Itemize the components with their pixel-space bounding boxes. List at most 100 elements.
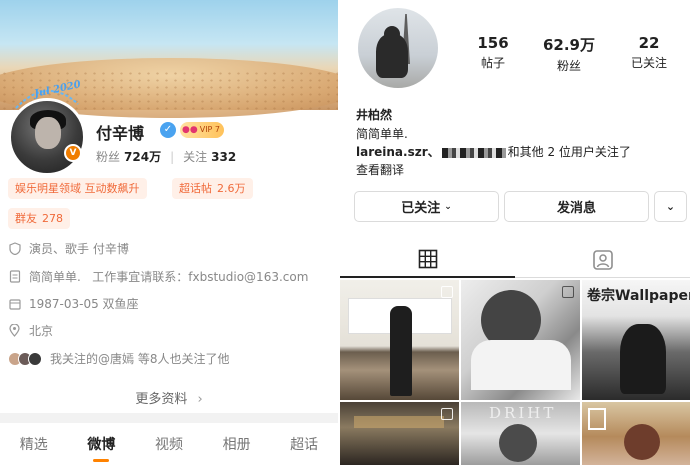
tab-featured[interactable]: 精选 bbox=[20, 434, 48, 454]
magazine-logo bbox=[588, 408, 606, 430]
ig-followed-by[interactable]: lareina.szr、 和其他 2 位用户关注了 bbox=[356, 143, 631, 160]
following-button[interactable]: 已关注 ⌄ bbox=[354, 191, 499, 222]
info-bio: 简简单单. 工作事宜请联系：fxbstudio@163.com bbox=[29, 270, 309, 284]
grid-icon bbox=[418, 249, 437, 269]
multi-post-icon bbox=[441, 286, 453, 298]
message-button-label: 发消息 bbox=[556, 201, 596, 216]
multi-post-icon bbox=[562, 286, 574, 298]
weibo-profile-panel: Jul 2020 V 付辛博 ✓ ●● VIP 7 粉丝 724万 | 关注 332… bbox=[0, 0, 338, 465]
calendar-icon bbox=[8, 297, 21, 310]
tab-weibo[interactable]: 微博 bbox=[87, 434, 115, 454]
info-location-row: 北京 bbox=[8, 322, 53, 339]
chevron-down-icon: ⌄ bbox=[665, 200, 676, 213]
vip-badge-label: VIP 7 bbox=[199, 125, 221, 134]
post-portrait-body bbox=[471, 340, 571, 390]
instagram-profile-panel: 156 帖子 62.9万 粉丝 22 已关注 井柏然 简简单单. lareina… bbox=[340, 0, 690, 465]
star-field-tag-label: 娱乐明星领域 互动数飙升 bbox=[15, 182, 140, 195]
shield-icon bbox=[8, 242, 21, 255]
chevron-down-icon: ⌄ bbox=[444, 201, 452, 212]
suggested-users-button[interactable]: ⌄ bbox=[654, 191, 687, 222]
post-portrait-head bbox=[624, 424, 660, 460]
tab-tagged[interactable] bbox=[515, 242, 690, 278]
vip-eyes-icon: ●● bbox=[182, 125, 198, 135]
mutual-avatars bbox=[8, 351, 42, 366]
group-count: 278 bbox=[42, 212, 63, 225]
post-thumbnail[interactable] bbox=[582, 402, 690, 465]
star-field-tag[interactable]: 娱乐明星领域 互动数飙升 bbox=[8, 178, 147, 199]
ig-following-stat[interactable]: 22 已关注 bbox=[614, 34, 684, 71]
super-topic-label: 超话帖 bbox=[179, 182, 212, 195]
more-info-label: 更多资料 bbox=[135, 392, 188, 407]
ig-avatar-person bbox=[376, 34, 408, 78]
follow-stats: 粉丝 724万 | 关注 332 bbox=[96, 148, 236, 165]
vip-badge[interactable]: ●● VIP 7 bbox=[180, 122, 225, 138]
ig-avatar[interactable] bbox=[358, 8, 438, 88]
tab-album[interactable]: 相册 bbox=[223, 434, 251, 454]
avatar[interactable] bbox=[8, 98, 86, 176]
post-lights bbox=[354, 416, 444, 428]
following-link[interactable]: 关注 332 bbox=[183, 148, 236, 165]
post-thumbnail[interactable] bbox=[340, 280, 459, 400]
magazine-title: 卷宗Wallpaper bbox=[587, 288, 690, 304]
following-count: 332 bbox=[211, 150, 237, 164]
post-thumbnail[interactable] bbox=[340, 402, 459, 465]
ig-followed-by-rest: 和其他 2 位用户关注了 bbox=[507, 145, 631, 159]
followers-link[interactable]: 粉丝 724万 bbox=[96, 148, 161, 165]
group-tag[interactable]: 群友 278 bbox=[8, 208, 70, 229]
location-pin-icon bbox=[8, 324, 21, 337]
ig-following-count: 22 bbox=[638, 34, 660, 52]
super-topic-tag[interactable]: 超话帖 2.6万 bbox=[172, 178, 253, 199]
multi-post-icon bbox=[441, 408, 453, 420]
ig-followers-label: 粉丝 bbox=[556, 59, 581, 73]
ig-bio: 简简单单. bbox=[356, 127, 408, 141]
chevron-right-icon: › bbox=[197, 392, 203, 407]
mutual-follow-text: 我关注的@唐嫣 等8人也关注了他 bbox=[50, 352, 230, 366]
verified-v-badge-icon: V bbox=[64, 144, 82, 162]
ig-tab-bar bbox=[340, 242, 690, 278]
info-location: 北京 bbox=[29, 324, 54, 338]
followers-label: 粉丝 bbox=[96, 150, 121, 164]
ig-followers-stat[interactable]: 62.9万 粉丝 bbox=[534, 34, 604, 74]
avatar-face bbox=[35, 117, 61, 149]
post-thumbnail[interactable]: 卷宗Wallpaper bbox=[582, 280, 690, 400]
tab-video[interactable]: 视频 bbox=[155, 434, 183, 454]
tab-posts-grid[interactable] bbox=[340, 242, 515, 278]
info-birthday: 1987-03-05 双鱼座 bbox=[29, 297, 139, 311]
info-birthday-row: 1987-03-05 双鱼座 bbox=[8, 295, 139, 312]
posts-stat[interactable]: 156 帖子 bbox=[458, 34, 528, 71]
posts-count: 156 bbox=[477, 34, 509, 52]
info-role: 演员、歌手 付辛博 bbox=[29, 242, 129, 256]
tab-super-topic[interactable]: 超话 bbox=[290, 434, 318, 454]
ig-following-label: 已关注 bbox=[630, 56, 667, 70]
post-thumbnail[interactable]: DRIHT bbox=[461, 402, 580, 465]
post-thumbnail[interactable] bbox=[461, 280, 580, 400]
profile-tabs: 精选 微博 视频 相册 超话 bbox=[0, 423, 338, 465]
mutual-avatar bbox=[28, 351, 42, 366]
followers-count: 724万 bbox=[124, 150, 162, 164]
mutual-follow-row[interactable]: 我关注的@唐嫣 等8人也关注了他 bbox=[8, 350, 229, 367]
super-topic-count: 2.6万 bbox=[217, 182, 246, 195]
stats-divider: | bbox=[170, 149, 175, 164]
ig-name: 井柏然 bbox=[356, 108, 393, 122]
ig-followers-count: 62.9万 bbox=[542, 36, 595, 54]
following-button-label: 已关注 bbox=[401, 201, 441, 216]
posts-label: 帖子 bbox=[480, 56, 505, 70]
info-bio-row: 简简单单. 工作事宜请联系：fxbstudio@163.com bbox=[8, 268, 308, 285]
post-person-figure bbox=[390, 306, 412, 396]
following-label: 关注 bbox=[183, 150, 208, 164]
tagged-person-icon bbox=[592, 250, 613, 270]
magazine-title: DRIHT bbox=[489, 404, 557, 422]
profile-name: 付辛博 bbox=[96, 124, 145, 143]
info-role-row: 演员、歌手 付辛博 bbox=[8, 240, 129, 257]
document-icon bbox=[8, 270, 21, 283]
group-label: 群友 bbox=[15, 212, 37, 225]
section-divider bbox=[0, 413, 338, 423]
message-button[interactable]: 发消息 bbox=[504, 191, 649, 222]
post-portrait-head bbox=[499, 424, 537, 462]
ig-followed-by-user: lareina.szr、 bbox=[356, 145, 440, 159]
more-info-button[interactable]: 更多资料 › bbox=[0, 388, 338, 407]
post-person-figure bbox=[620, 324, 666, 394]
verified-icon[interactable]: ✓ bbox=[160, 122, 176, 138]
censored-username bbox=[441, 147, 506, 158]
translate-link[interactable]: 查看翻译 bbox=[356, 161, 404, 178]
